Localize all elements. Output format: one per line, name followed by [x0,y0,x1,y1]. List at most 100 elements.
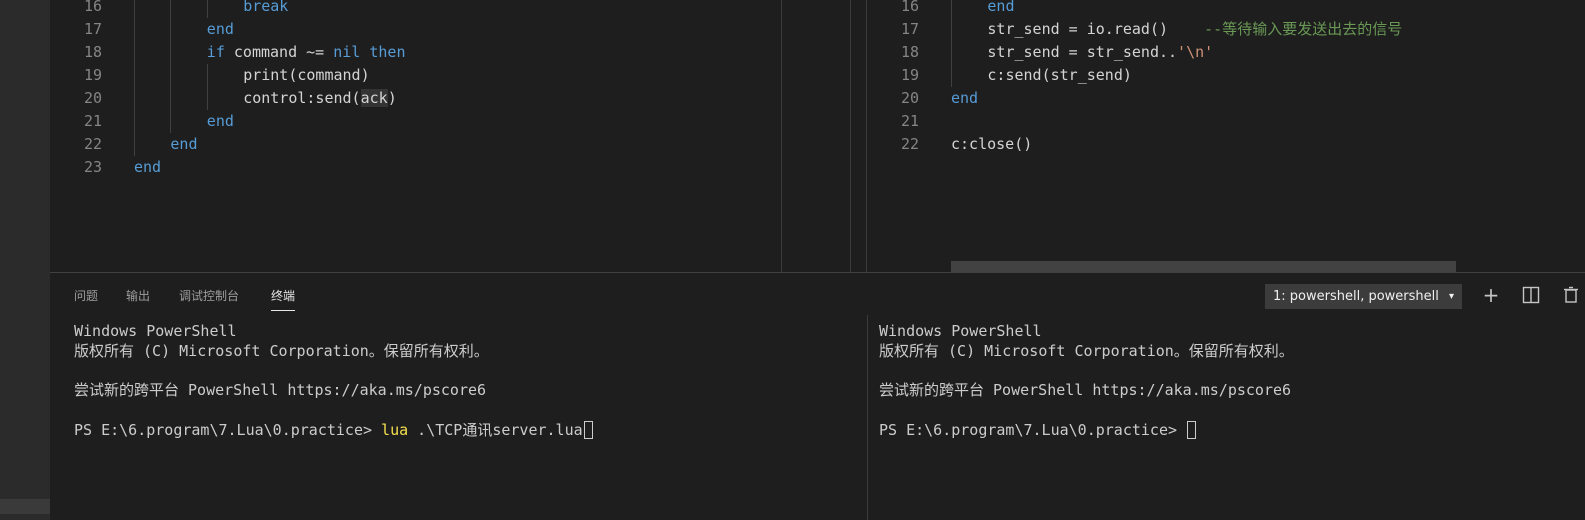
terminal-split-divider[interactable] [867,315,868,520]
terminal-line: Windows PowerShell [879,322,1042,340]
line-number: 20 [83,89,102,107]
code-line[interactable]: 18 if command ~= nil then [50,41,866,64]
code-line[interactable]: 16 end [867,0,1585,18]
split-terminal-button[interactable] [1520,282,1542,308]
activity-bar-scroll-thumb[interactable] [0,499,50,514]
bottom-panel: 问题 输出 调试控制台 终端 1: powershell, powershell ▾ … [50,272,1585,520]
code-text: end [170,133,197,156]
code-line[interactable]: 20 control:send(ack) [50,87,866,110]
code-token: end [206,112,234,130]
code-token: end [206,20,234,38]
terminal-cursor [1187,421,1197,439]
panel-tab[interactable]: 调试控制台 [179,287,239,311]
terminal-line: 尝试新的跨平台 PowerShell https://aka.ms/pscore… [74,381,487,399]
code-token: break [243,0,289,15]
kill-terminal-button[interactable] [1560,282,1582,308]
indent-guide [170,0,172,133]
code-token: ack [360,89,388,107]
code-line[interactable]: 18 str_send = str_send..'\n' [867,41,1585,64]
code-token: print(command) [243,66,370,84]
line-number: 20 [900,89,919,107]
code-token: then [369,43,406,61]
code-token: if [206,43,225,61]
code-token: str_send = io.read() [987,20,1205,38]
line-number: 21 [83,112,102,130]
code-line[interactable]: 22 c:close() [867,133,1585,156]
code-text: end [987,0,1014,18]
line-number: 19 [83,66,102,84]
panel-tab[interactable]: 问题 [74,287,98,311]
trash-icon [1564,286,1578,303]
code-token: ) [387,89,397,107]
line-number: 18 [900,43,919,61]
code-line[interactable]: 21 [867,110,1585,133]
indent-guide [951,0,952,87]
terminal-select-label: 1: powershell, powershell [1273,289,1439,304]
terminal-line: 版权所有 (C) Microsoft Corporation。保留所有权利。 [879,342,1294,360]
code-token: --等待输入要发送出去的信号 [1204,20,1403,38]
line-number: 16 [900,0,919,15]
line-number: 17 [900,20,919,38]
code-text: end [207,18,234,41]
code-token: end [951,89,979,107]
vscode-window: 16 break 17 end 18 if command ~= nil then 19 pr… [0,0,1585,520]
terminal-line: 版权所有 (C) Microsoft Corporation。保留所有权利。 [74,342,489,360]
code-text: end [134,156,161,179]
code-text: str_send = str_send..'\n' [987,41,1213,64]
code-line[interactable]: 19 c:send(str_send) [867,64,1585,87]
code-text: str_send = io.read() --等待输入要发送出去的信号 [987,18,1402,41]
editor-left[interactable]: 16 break 17 end 18 if command ~= nil then 19 pr… [50,0,866,272]
editor-right[interactable]: 16 end 17 str_send = io.read() --等待输入要发送出去的… [867,0,1585,272]
code-line[interactable]: 23 end [50,156,866,179]
line-number: 16 [83,0,102,15]
terminal-line: 尝试新的跨平台 PowerShell https://aka.ms/pscore… [879,381,1292,399]
terminal-prompt-line[interactable]: PS E:\6.program\7.Lua\0.practice> lua .\… [74,420,593,440]
horizontal-scrollbar[interactable] [951,261,1456,272]
code-line[interactable]: 22 end [50,133,866,156]
code-token: command ~= [224,43,334,61]
plus-icon: + [1482,283,1500,307]
indent-guide [206,64,208,110]
code-token: c:close() [951,135,1033,153]
chevron-down-icon: ▾ [1448,291,1454,302]
line-number: 22 [83,135,102,153]
panel-tab[interactable]: 输出 [126,287,150,311]
code-text: end [951,87,978,110]
code-text: if command ~= nil then [207,41,406,64]
code-text: print(command) [243,64,369,87]
code-token: end [987,0,1015,15]
line-number: 23 [83,158,102,176]
code-line[interactable]: 17 end [50,18,866,41]
code-line[interactable]: 19 print(command) [50,64,866,87]
indent-guide [134,0,135,156]
terminal-right[interactable]: Windows PowerShell 版权所有 (C) Microsoft Cor… [879,321,1579,520]
terminal-prompt: PS E:\6.program\7.Lua\0.practice> [879,421,1187,439]
code-text: break [243,0,288,18]
terminal-prompt-line[interactable]: PS E:\6.program\7.Lua\0.practice> [879,420,1197,440]
line-number: 22 [900,135,919,153]
line-number: 17 [83,20,102,38]
code-token: str_send = str_send.. [987,43,1178,61]
terminal-args: .\TCP通讯server.lua [408,421,583,439]
code-line[interactable]: 16 break [50,0,866,18]
terminal-cursor [583,421,593,439]
code-line[interactable]: 20 end [867,87,1585,110]
code-text: control:send(ack) [243,87,397,110]
terminal-command: lua [381,421,409,439]
code-line[interactable]: 21 end [50,110,866,133]
code-line[interactable]: 17 str_send = io.read() --等待输入要发送出去的信号 [867,18,1585,41]
terminal-left[interactable]: Windows PowerShell 版权所有 (C) Microsoft Cor… [74,321,864,520]
code-token: end [170,135,198,153]
code-text: c:send(str_send) [987,64,1132,87]
terminal-select-dropdown[interactable]: 1: powershell, powershell ▾ [1265,284,1462,309]
panel-tab[interactable]: 终端 [271,287,296,311]
add-terminal-button[interactable]: + [1480,282,1502,308]
code-token: control:send( [243,89,361,107]
line-number: 19 [900,66,919,84]
code-text: end [207,110,234,133]
indent-guide [206,0,208,18]
code-token: '\n' [1177,43,1214,61]
code-token: end [134,158,162,176]
terminal-line: Windows PowerShell [74,322,237,340]
